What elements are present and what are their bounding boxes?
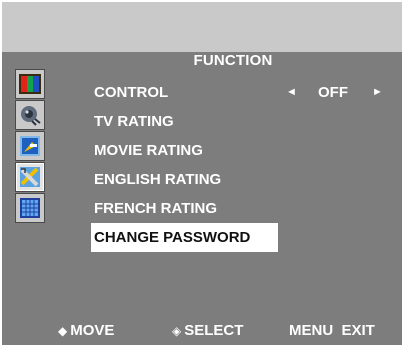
control-value-selector[interactable]: ◄ OFF ► <box>286 78 391 107</box>
header-strip <box>2 2 402 52</box>
move-icon: ◆ <box>58 324 68 338</box>
select-label: SELECT <box>184 322 244 339</box>
sidebar-item-sound[interactable] <box>15 100 45 130</box>
grid-icon <box>20 198 40 218</box>
function-tools-icon <box>20 167 40 187</box>
menu-item-change-password[interactable]: CHANGE PASSWORD <box>91 223 278 252</box>
menu-item-english-rating[interactable]: ENGLISH RATING <box>94 165 394 194</box>
sidebar-item-grid[interactable] <box>15 193 45 223</box>
setup-icon <box>20 136 40 156</box>
move-hint: ◆ MOVE <box>58 320 114 342</box>
sidebar-item-picture[interactable] <box>15 69 45 99</box>
menu-item-tv-rating[interactable]: TV RATING <box>94 107 394 136</box>
page-title: FUNCTION <box>193 52 273 69</box>
control-value: OFF <box>318 84 348 101</box>
menu-item-label: ENGLISH RATING <box>94 171 222 188</box>
right-arrow-icon[interactable]: ► <box>372 78 383 107</box>
menu-item-control[interactable]: CONTROL ◄ OFF ► <box>94 78 394 107</box>
menu-item-label: CONTROL <box>94 84 169 101</box>
menu-item-label: CHANGE PASSWORD <box>94 229 251 246</box>
osd-menu: FUNCTION CONTROL ◄ OFF ► TV RATING MOVIE… <box>2 2 402 345</box>
menu-item-movie-rating[interactable]: MOVIE RATING <box>94 136 394 165</box>
menu-exit-hint: MENU EXIT <box>289 322 375 339</box>
footer-hints: ◆ MOVE ◈ SELECT MENU EXIT <box>2 320 402 342</box>
function-menu: CONTROL ◄ OFF ► TV RATING MOVIE RATING E… <box>91 78 394 252</box>
select-hint: ◈ SELECT <box>172 320 243 342</box>
move-label: MOVE <box>70 322 115 339</box>
sidebar-item-function[interactable] <box>15 162 45 192</box>
sound-icon <box>21 106 41 126</box>
menu-item-label: FRENCH RATING <box>94 200 218 217</box>
menu-item-label: MOVIE RATING <box>94 142 203 159</box>
category-sidebar <box>15 69 45 223</box>
select-icon: ◈ <box>172 324 182 338</box>
left-arrow-icon[interactable]: ◄ <box>286 78 297 107</box>
sidebar-item-setup[interactable] <box>15 131 45 161</box>
menu-item-french-rating[interactable]: FRENCH RATING <box>94 194 394 223</box>
menu-item-label: TV RATING <box>94 113 174 130</box>
picture-icon <box>19 74 41 94</box>
